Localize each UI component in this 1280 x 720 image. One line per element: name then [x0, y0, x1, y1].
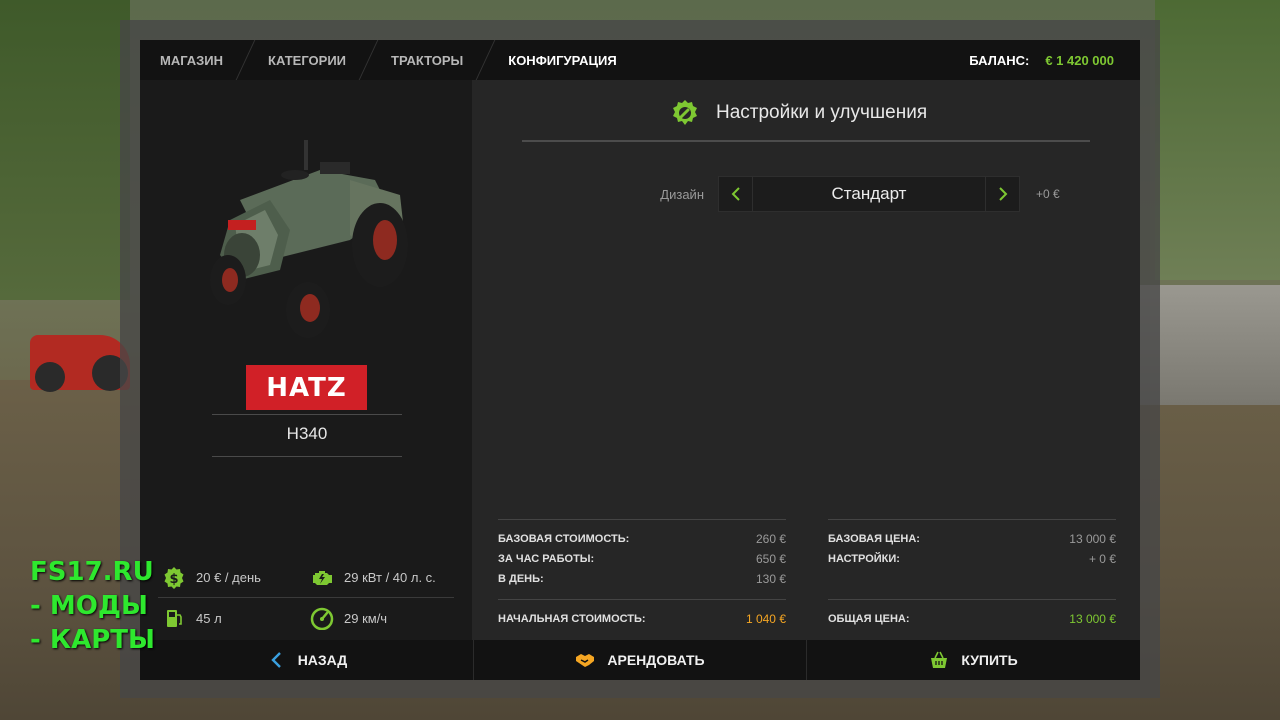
configuration-panel: Настройки и улучшения Дизайн Стандарт +0… — [474, 80, 1140, 640]
per-day-label: В ДЕНЬ: — [498, 573, 544, 585]
breadcrumb-shop[interactable]: МАГАЗИН — [140, 40, 243, 80]
handshake-icon — [575, 650, 595, 670]
lease-button[interactable]: АРЕНДОВАТЬ — [474, 640, 807, 680]
shop-config-window: МАГАЗИН КАТЕГОРИИ ТРАКТОРЫ КОНФИГУРАЦИЯ … — [140, 40, 1140, 680]
chevron-left-icon — [731, 187, 740, 201]
model-name: H340 — [286, 424, 328, 443]
watermark-line: - КАРТЫ — [30, 625, 155, 655]
base-cost-label: БАЗОВАЯ СТОИМОСТЬ: — [498, 533, 630, 545]
basket-icon — [929, 650, 949, 670]
wrench-gear-icon — [673, 100, 697, 125]
total-price-label: ОБЩАЯ ЦЕНА: — [828, 613, 910, 625]
watermark: FS17.RU - МОДЫ - КАРТЫ — [30, 555, 155, 657]
initial-cost-label: НАЧАЛЬНАЯ СТОИМОСТЬ: — [498, 613, 646, 625]
cost-summary: БАЗОВАЯ СТОИМОСТЬ: 260 € ЗА ЧАС РАБОТЫ: … — [498, 519, 1118, 639]
spec-rent-value: 20 € / день — [196, 570, 261, 585]
spec-row: $ 20 € / день 29 кВт / 40 л. с. — [158, 558, 454, 598]
settings-title-text: Настройки и улучшения — [716, 102, 928, 123]
design-prev-button[interactable] — [718, 176, 753, 212]
per-hour-label: ЗА ЧАС РАБОТЫ: — [498, 553, 595, 565]
divider — [828, 599, 1116, 600]
base-cost-value: 260 € — [755, 532, 786, 546]
background-trees-right — [1155, 0, 1280, 280]
back-button[interactable]: НАЗАД — [140, 640, 474, 680]
spec-row: 45 л 29 км/ч — [158, 598, 454, 638]
vehicle-panel: HATZ H340 $ 20 € / день 29 кВт / 40 л. с… — [140, 80, 472, 640]
spec-rent: $ 20 € / день — [158, 566, 306, 590]
divider — [498, 599, 786, 600]
total-price-value: 13 000 € — [1069, 612, 1116, 626]
design-next-button[interactable] — [985, 176, 1020, 212]
buy-button-label: КУПИТЬ — [961, 652, 1018, 668]
settings-cost-value: + 0 € — [1088, 552, 1116, 566]
svg-text:$: $ — [169, 572, 178, 587]
design-price: +0 € — [1036, 187, 1060, 201]
brand-logo: HATZ — [246, 365, 367, 410]
divider — [212, 414, 402, 415]
cost-row: БАЗОВАЯ СТОИМОСТЬ: 260 € — [498, 529, 786, 549]
design-option-row: Дизайн Стандарт +0 € — [634, 176, 1060, 212]
speedometer-icon — [310, 607, 334, 630]
cost-row: БАЗОВАЯ ЦЕНА: 13 000 € — [828, 529, 1116, 549]
divider — [828, 519, 1116, 520]
chevron-left-icon — [266, 650, 286, 670]
cost-row: НАЧАЛЬНАЯ СТОИМОСТЬ: 1 040 € — [498, 609, 786, 629]
breadcrumb-tractors[interactable]: ТРАКТОРЫ — [371, 40, 483, 80]
vehicle-specs: $ 20 € / день 29 кВт / 40 л. с. 45 л 29 … — [158, 558, 454, 638]
settings-title: Настройки и улучшения — [670, 98, 927, 128]
cost-row: НАСТРОЙКИ: + 0 € — [828, 549, 1116, 569]
action-bar: НАЗАД АРЕНДОВАТЬ КУПИТЬ — [140, 640, 1140, 680]
fuel-icon — [167, 610, 182, 627]
balance: БАЛАНС: € 1 420 000 — [969, 40, 1114, 80]
spec-speed-value: 29 км/ч — [344, 610, 388, 626]
lease-button-label: АРЕНДОВАТЬ — [607, 652, 705, 668]
spec-power-value: 29 кВт / 40 л. с. — [344, 570, 436, 585]
design-label: Дизайн — [660, 186, 704, 202]
breadcrumb-configuration: КОНФИГУРАЦИЯ — [508, 52, 617, 68]
per-day-value: 130 € — [755, 572, 786, 586]
settings-cost-label: НАСТРОЙКИ: — [828, 553, 900, 565]
back-button-label: НАЗАД — [297, 652, 348, 668]
background-tractor-wheel — [35, 362, 65, 392]
spec-speed: 29 км/ч — [306, 606, 454, 630]
watermark-line: - МОДЫ — [30, 591, 148, 621]
chevron-right-icon — [998, 187, 1007, 201]
spec-power: 29 кВт / 40 л. с. — [306, 566, 454, 590]
cost-row: ОБЩАЯ ЦЕНА: 13 000 € — [828, 609, 1116, 629]
divider — [212, 456, 402, 457]
design-value[interactable]: Стандарт — [753, 176, 985, 212]
spec-fuel-value: 45 л — [196, 610, 222, 626]
engine-icon — [313, 570, 332, 585]
per-hour-value: 650 € — [755, 552, 786, 566]
background-building — [1140, 285, 1280, 405]
balance-value: € 1 420 000 — [1045, 52, 1114, 68]
divider — [522, 140, 1090, 142]
buy-button[interactable]: КУПИТЬ — [807, 640, 1140, 680]
cost-row: В ДЕНЬ: 130 € — [498, 569, 786, 589]
balance-label: БАЛАНС: — [969, 52, 1030, 68]
tractor-image — [210, 140, 408, 338]
background-trees-left — [0, 0, 130, 300]
spec-fuel: 45 л — [158, 606, 306, 630]
divider — [498, 519, 786, 520]
breadcrumb-categories[interactable]: КАТЕГОРИИ — [248, 40, 366, 80]
watermark-line: FS17.RU — [30, 557, 154, 587]
header-bar: МАГАЗИН КАТЕГОРИИ ТРАКТОРЫ КОНФИГУРАЦИЯ … — [140, 40, 1140, 80]
cost-row: ЗА ЧАС РАБОТЫ: 650 € — [498, 549, 786, 569]
initial-cost-value: 1 040 € — [745, 612, 786, 626]
price-icon: $ — [164, 566, 184, 589]
base-price-label: БАЗОВАЯ ЦЕНА: — [828, 533, 920, 545]
base-price-value: 13 000 € — [1069, 532, 1116, 546]
